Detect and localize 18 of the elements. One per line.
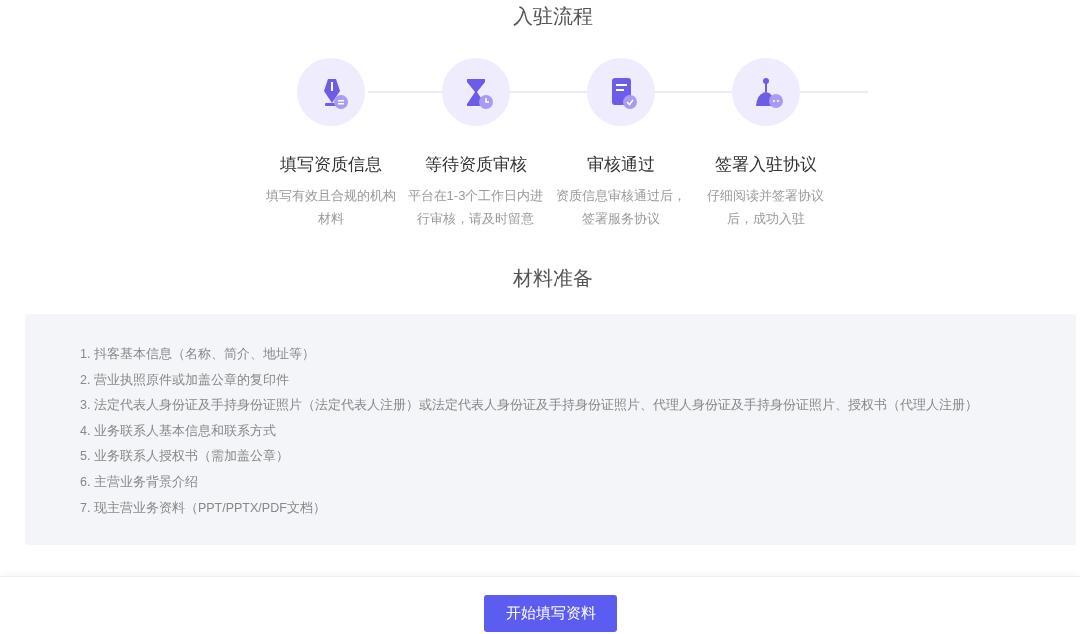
- section-title: 入驻流程: [512, 3, 593, 30]
- section-title: 材料准备: [512, 265, 593, 292]
- material-item: 1. 抖客基本信息（名称、简介、地址等）: [80, 346, 316, 363]
- step-title: 审核通过: [586, 153, 655, 176]
- step-description: 平台在1-3个工作日内进 行审核，请及时留意: [407, 187, 544, 228]
- step-title: 签署入驻协议: [714, 153, 817, 176]
- step-description: 仔细阅读并签署协议 后，成功入驻: [707, 187, 824, 228]
- material-item: 3. 法定代表人身份证及手持身份证照片（法定代表人注册）或法定代表人身份证及手持身份证照片、代理人身份证及手持身份证照片、授权书（代理人注册）: [80, 397, 979, 415]
- material-item: 5. 业务联系人授权书（需加盖公章）: [80, 448, 290, 466]
- material-item: 2. 营业执照原件或加盖公章的复印件: [80, 371, 290, 389]
- step-title: 填写资质信息: [279, 153, 382, 176]
- step-title: 等待资质审核: [424, 153, 527, 176]
- material-item: 7. 现主营业务资料（PPT/PPTX/PDF文档）: [80, 499, 327, 517]
- material-item: 4. 业务联系人基本信息和联系方式: [80, 422, 277, 440]
- material-item: 6. 主营业务背景介绍: [80, 473, 199, 491]
- start-button[interactable]: 开始填写资料: [484, 595, 617, 632]
- step-description: 资质信息审核通过后， 签署服务协议: [555, 187, 686, 228]
- step-description: 填写有效且合规的机构 材料: [265, 187, 396, 228]
